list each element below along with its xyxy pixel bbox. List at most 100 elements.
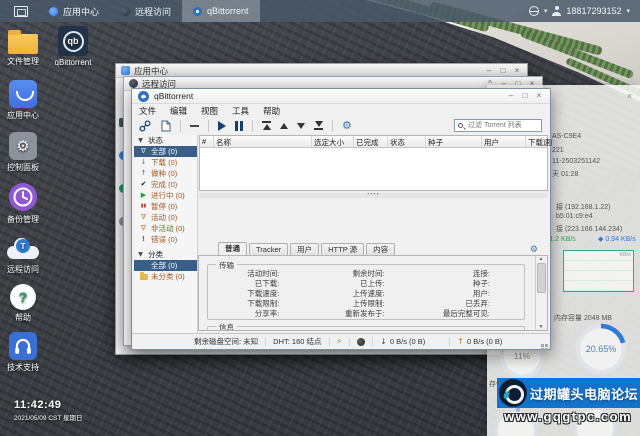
queue-up-icon[interactable] (280, 123, 288, 129)
search-input[interactable] (466, 121, 538, 130)
desktop-icon-control-panel[interactable]: ⚙ 控制面板 (0, 132, 46, 173)
maximize-icon[interactable]: □ (498, 66, 508, 76)
appcenter-icon (9, 80, 37, 108)
category-uncategorized[interactable]: 未分类 (0) (134, 271, 197, 282)
qbittorrent-icon: qb (58, 26, 88, 56)
col-name[interactable]: 名称 (214, 136, 312, 147)
toolbar-separator (332, 120, 333, 132)
tab-content[interactable]: 内容 (366, 243, 395, 255)
col-number[interactable]: # (200, 136, 214, 147)
funnel-icon: ∇ (139, 223, 148, 234)
tab-http-sources[interactable]: HTTP 源 (321, 243, 364, 255)
desktop-icon-backup-manager[interactable]: 备份管理 (0, 182, 46, 225)
global-upload-speed: 0 B/s (0 B) (467, 337, 502, 346)
queue-bottom-icon[interactable] (314, 121, 323, 130)
close-icon[interactable]: × (512, 66, 522, 76)
upload-arrow-icon: ↑ (457, 337, 464, 346)
close-icon[interactable]: × (534, 91, 544, 101)
scroll-down-icon[interactable]: ▼ (539, 324, 544, 330)
torrent-filter-searchbox[interactable] (454, 119, 542, 132)
menu-help[interactable]: 帮助 (256, 105, 287, 117)
minimize-icon[interactable]: – (484, 66, 494, 76)
username[interactable]: 18817293152 (566, 6, 621, 16)
menu-tools[interactable]: 工具 (225, 105, 256, 117)
filter-completed[interactable]: ✔ 完成 (0) (134, 179, 197, 190)
maximize-icon[interactable]: □ (520, 91, 530, 101)
user-avatar-icon[interactable] (552, 6, 561, 16)
col-peers[interactable]: 用户 (482, 136, 526, 147)
status-filter-header[interactable]: ▼ 状态 (134, 135, 197, 146)
col-done[interactable]: 已完成 (354, 136, 388, 147)
close-icon[interactable]: × (627, 91, 632, 101)
filter-paused[interactable]: ▮▮ 暂停 (0) (134, 201, 197, 212)
menu-edit[interactable]: 编辑 (163, 105, 194, 117)
add-torrent-file-icon[interactable] (160, 120, 171, 132)
pause-icon[interactable] (235, 121, 243, 131)
torrent-list-header: # 名称 选定大小 已完成 状态 种子 用户 下载速度 (200, 136, 547, 148)
resize-grip[interactable] (545, 344, 548, 347)
taskbar-tab-remote[interactable]: 远程访问 (110, 0, 182, 22)
device-name-fragment: AS-C9E4 (552, 133, 581, 140)
add-torrent-link-icon[interactable] (139, 120, 151, 132)
tab-peers[interactable]: 用户 (290, 243, 319, 255)
scroll-up-icon[interactable]: ▲ (539, 256, 544, 262)
taskbar: 应用中心 远程访问 qBittorrent ▾ 18817293152 ▾ (0, 0, 640, 22)
scrollbar-thumb[interactable] (537, 263, 546, 293)
filter-active[interactable]: ∇ 活动 (0) (134, 212, 197, 223)
taskbar-tab-appcenter[interactable]: 应用中心 (38, 0, 110, 22)
memory-capacity-label: 内存容量 2048 MB (554, 313, 612, 323)
filter-errored[interactable]: ! 错误 (0) (134, 234, 197, 245)
details-scrollbar[interactable]: ▲ ▼ (535, 256, 546, 330)
information-groupbox: 信息 总大小: 区块: 创建者: 添加于: 完成于: 创建于: Torrent … (207, 326, 525, 331)
delete-torrent-icon[interactable] (190, 125, 199, 127)
desktop-icon-label: 远程访问 (0, 264, 46, 275)
taskbar-tab-qbittorrent[interactable]: qBittorrent (182, 0, 260, 22)
desktop-icon-label: 文件管理 (0, 56, 46, 67)
category-filter-header[interactable]: ▼ 分类 (134, 249, 197, 260)
col-status[interactable]: 状态 (388, 136, 426, 147)
splitter-handle[interactable]: •••• (199, 193, 548, 198)
window-qbittorrent[interactable]: qb qBittorrent – □ × 文件 编辑 视图 工具 帮助 (131, 88, 551, 350)
remote-access-icon (121, 7, 130, 16)
options-gear-icon[interactable]: ⚙ (342, 120, 352, 131)
desktop-icon-file-manager[interactable]: 文件管理 (0, 28, 46, 67)
filter-downloading[interactable]: ↓ 下载 (0) (134, 157, 197, 168)
minimize-icon[interactable]: – (506, 91, 516, 101)
tab-settings-gear-icon[interactable]: ⚙ (530, 245, 538, 255)
category-all[interactable]: 全部 (0) (134, 260, 197, 271)
col-dlspeed[interactable]: 下载速度 (526, 136, 552, 147)
menu-view[interactable]: 视图 (194, 105, 225, 117)
col-seeds[interactable]: 种子 (426, 136, 482, 147)
menu-file[interactable]: 文件 (132, 105, 163, 117)
queue-top-icon[interactable] (262, 121, 271, 130)
resume-icon[interactable] (218, 121, 226, 131)
col-size[interactable]: 选定大小 (312, 136, 354, 147)
speed-limit-bolt-icon[interactable]: ⚡ (337, 337, 343, 346)
toolbar-separator (208, 120, 209, 132)
upload-speed: ◆ 0.94 KB/s (598, 235, 636, 243)
filter-running[interactable]: ▶ 进行中 (0) (134, 190, 197, 201)
language-globe-icon[interactable] (529, 6, 539, 16)
desktop-icon-label: qBittorrent (50, 58, 96, 67)
torrent-list[interactable]: # 名称 选定大小 已完成 状态 种子 用户 下载速度 (199, 135, 548, 191)
qbittorrent-titlebar[interactable]: qb qBittorrent – □ × (132, 89, 550, 104)
show-desktop-icon[interactable] (14, 6, 28, 17)
qbittorrent-icon (193, 7, 202, 16)
tab-trackers[interactable]: Tracker (249, 243, 288, 255)
status-bar: 剩余磁盘空间: 未知 DHT: 160 结点 ⚡ ↓ 0 B/s (0 B) ↑… (132, 333, 550, 349)
desktop-icon-qbittorrent[interactable]: qb qBittorrent (50, 26, 96, 67)
filter-seeding[interactable]: ↑ 做种 (0) (134, 168, 197, 179)
queue-down-icon[interactable] (297, 123, 305, 129)
tab-general[interactable]: 普通 (218, 242, 247, 255)
pause-icon: ▮▮ (139, 201, 148, 212)
filter-inactive[interactable]: ∇ 非活动 (0) (134, 223, 197, 234)
chevron-down-icon[interactable]: ▾ (544, 7, 548, 15)
desktop-icon-tech-support[interactable]: 技术支持 (0, 332, 46, 373)
desktop-icon-remote-access[interactable]: T 远程访问 (0, 234, 46, 275)
desktop-icon-appcenter[interactable]: 应用中心 (0, 80, 46, 121)
filter-all[interactable]: ∇ 全部 (0) (134, 146, 197, 157)
desktop-icon-help[interactable]: ? 帮助 (0, 284, 46, 323)
diamond-icon: ◆ (598, 236, 603, 243)
lan-connection-fragment: 接 (192.168.1.22) (556, 202, 610, 212)
chevron-down-icon[interactable]: ▾ (626, 7, 630, 15)
